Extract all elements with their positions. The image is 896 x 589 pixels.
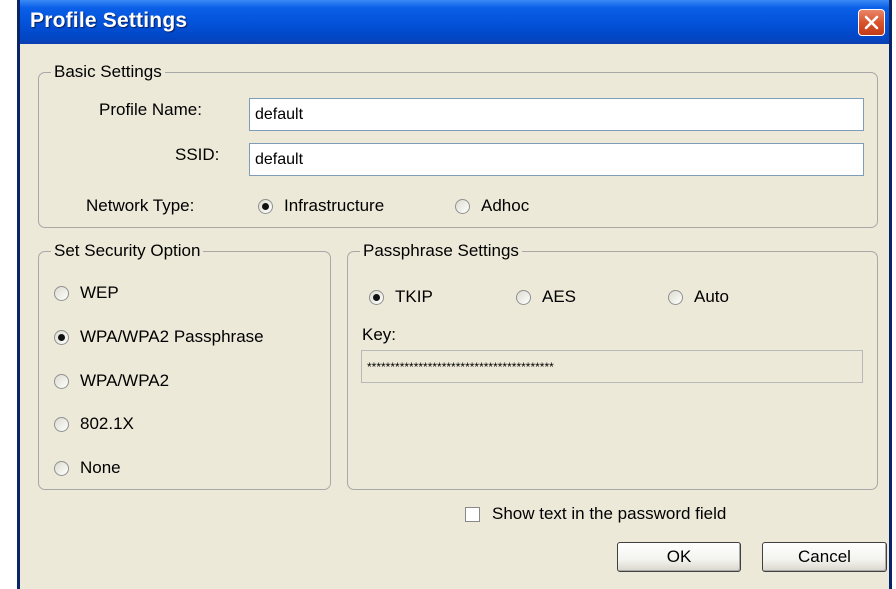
radio-wep[interactable]: WEP bbox=[54, 283, 119, 303]
radio-indicator bbox=[54, 416, 69, 432]
radio-infrastructure[interactable]: Infrastructure bbox=[258, 196, 384, 216]
radio-indicator bbox=[668, 289, 683, 305]
radio-indicator bbox=[54, 285, 69, 301]
cancel-button[interactable]: Cancel bbox=[762, 542, 887, 572]
profile-name-label: Profile Name: bbox=[99, 100, 202, 119]
basic-settings-legend: Basic Settings bbox=[54, 62, 162, 81]
radio-label: 802.1X bbox=[80, 414, 134, 433]
radio-tkip[interactable]: TKIP bbox=[369, 287, 433, 307]
close-button[interactable] bbox=[858, 9, 885, 36]
radio-indicator bbox=[455, 198, 470, 214]
radio-label: AES bbox=[542, 287, 577, 306]
security-option-group: Set Security Option bbox=[38, 241, 331, 490]
ssid-input[interactable] bbox=[249, 143, 864, 176]
radio-wpa-wpa2[interactable]: WPA/WPA2 bbox=[54, 371, 169, 391]
ok-button[interactable]: OK bbox=[617, 542, 741, 572]
radio-label: WPA/WPA2 bbox=[80, 371, 170, 390]
close-icon bbox=[864, 15, 879, 30]
security-option-legend: Set Security Option bbox=[54, 241, 201, 260]
radio-adhoc[interactable]: Adhoc bbox=[455, 196, 529, 216]
checkbox-box bbox=[465, 506, 480, 522]
show-text-label: Show text in the password field bbox=[492, 504, 727, 523]
radio-label: Adhoc bbox=[481, 196, 530, 215]
key-label: Key: bbox=[362, 325, 397, 344]
key-input[interactable] bbox=[361, 350, 863, 383]
radio-indicator bbox=[516, 289, 531, 305]
radio-indicator bbox=[54, 329, 69, 345]
profile-name-input[interactable] bbox=[249, 98, 864, 131]
network-type-label: Network Type: bbox=[86, 196, 195, 215]
radio-indicator bbox=[54, 373, 69, 389]
window-title: Profile Settings bbox=[30, 9, 188, 32]
radio-indicator bbox=[54, 460, 69, 476]
profile-settings-dialog: Profile Settings Basic Settings Profile … bbox=[17, 0, 892, 589]
radio-aes[interactable]: AES bbox=[516, 287, 576, 307]
radio-label: WPA/WPA2 Passphrase bbox=[80, 327, 264, 346]
radio-auto[interactable]: Auto bbox=[668, 287, 729, 307]
radio-wpa-wpa2-passphrase[interactable]: WPA/WPA2 Passphrase bbox=[54, 327, 264, 347]
radio-none[interactable]: None bbox=[54, 458, 121, 478]
radio-label: None bbox=[80, 458, 121, 477]
radio-label: WEP bbox=[80, 283, 119, 302]
title-bar[interactable]: Profile Settings bbox=[20, 0, 889, 44]
radio-label: Infrastructure bbox=[284, 196, 385, 215]
radio-label: Auto bbox=[694, 287, 729, 306]
radio-indicator bbox=[258, 198, 273, 214]
show-text-checkbox[interactable]: Show text in the password field bbox=[465, 504, 726, 524]
radio-8021x[interactable]: 802.1X bbox=[54, 414, 134, 434]
passphrase-settings-legend: Passphrase Settings bbox=[363, 241, 519, 260]
ssid-label: SSID: bbox=[175, 145, 220, 164]
radio-label: TKIP bbox=[395, 287, 433, 306]
radio-indicator bbox=[369, 289, 384, 305]
